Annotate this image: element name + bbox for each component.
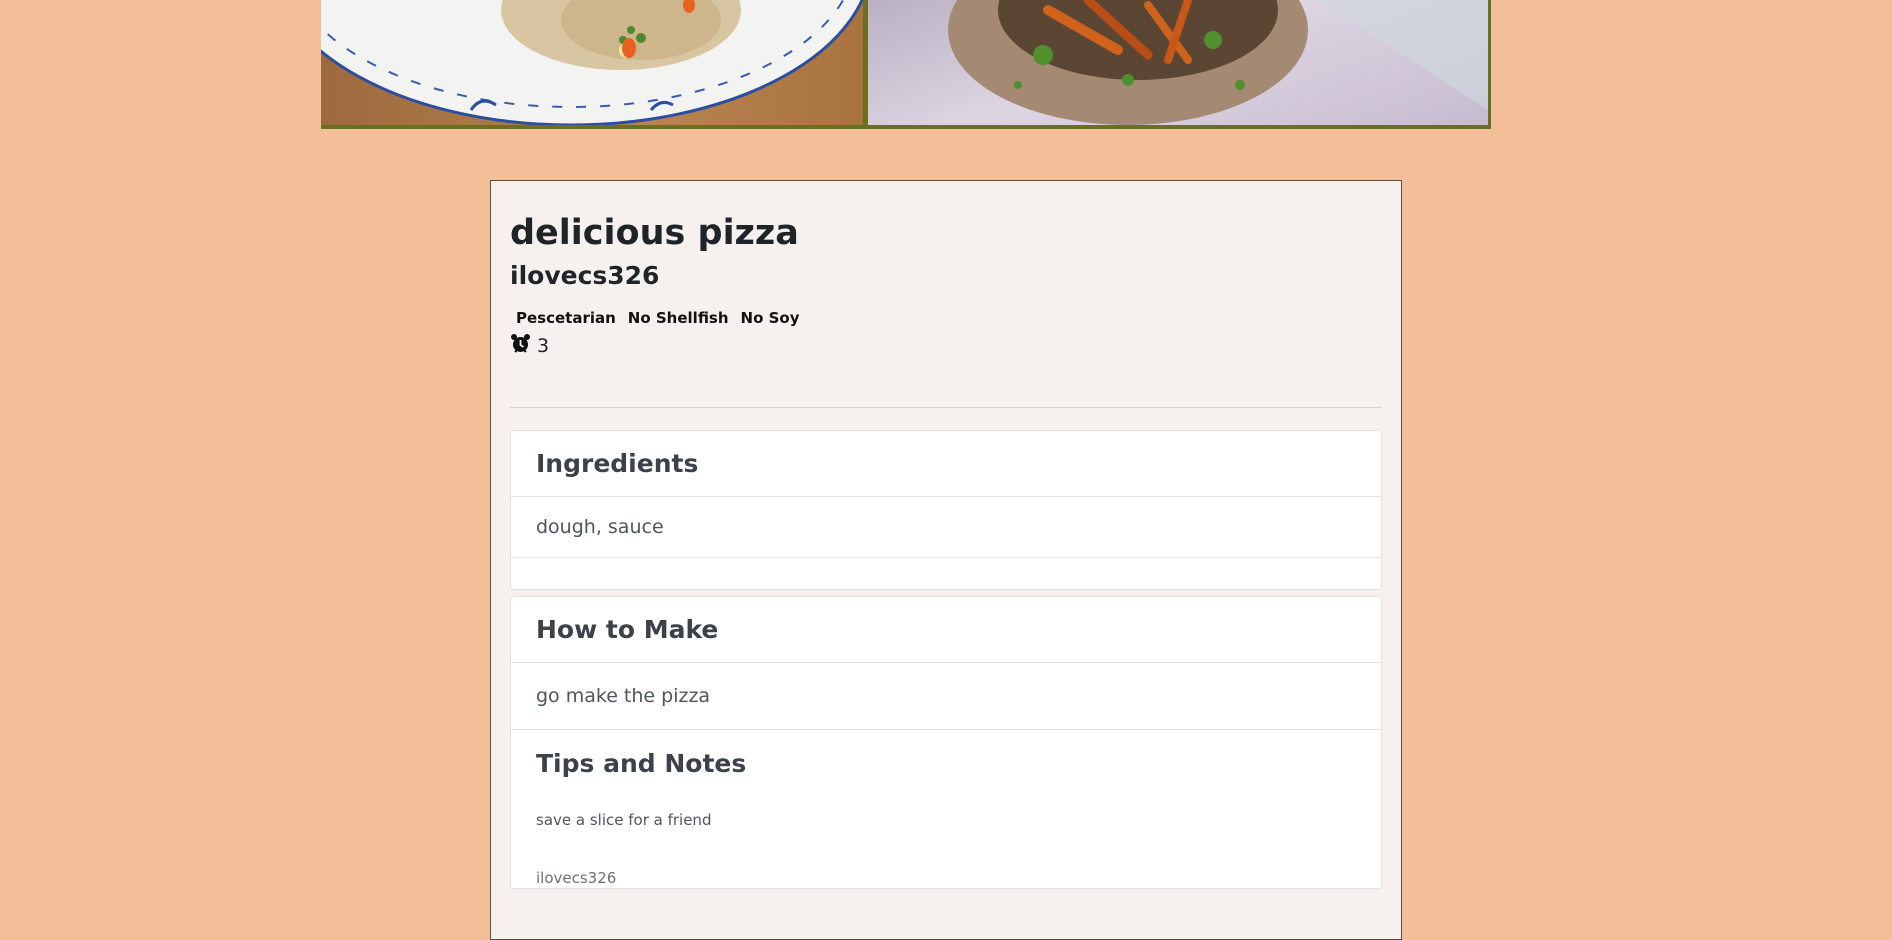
tag-no-shellfish: No Shellfish [627,309,729,327]
cook-time-value: 3 [537,335,550,357]
recipe-author[interactable]: ilovecs326 [510,259,1382,293]
method-panel: How to Make go make the pizza Tips and N… [510,596,1382,889]
ingredients-panel: Ingredients dough, sauce [510,430,1382,590]
recipe-card: delicious pizza ilovecs326 Pescetarian N… [490,180,1402,940]
method-heading: How to Make [511,597,1381,663]
tip-text: save a slice for a friend [536,811,712,829]
tips-heading: Tips and Notes [536,748,747,778]
dietary-tags: Pescetarian No Shellfish No Soy [516,309,1382,327]
recipe-title: delicious pizza [510,213,799,253]
cook-time: 3 [510,333,1382,359]
ingredients-empty-row [511,558,1381,589]
method-steps: go make the pizza [511,663,1381,730]
tip-author[interactable]: ilovecs326 [511,868,1381,888]
section-divider [510,407,1382,408]
tag-no-soy: No Soy [740,309,800,327]
recipe-photo-strip [321,0,1491,129]
roasted-vegetables-photo[interactable] [868,0,1488,125]
fried-rice-photo[interactable] [321,0,863,125]
ingredients-list: dough, sauce [511,497,1381,558]
alarm-clock-icon [510,333,531,359]
ingredients-heading: Ingredients [511,431,1381,497]
tag-pescetarian: Pescetarian [516,309,616,327]
